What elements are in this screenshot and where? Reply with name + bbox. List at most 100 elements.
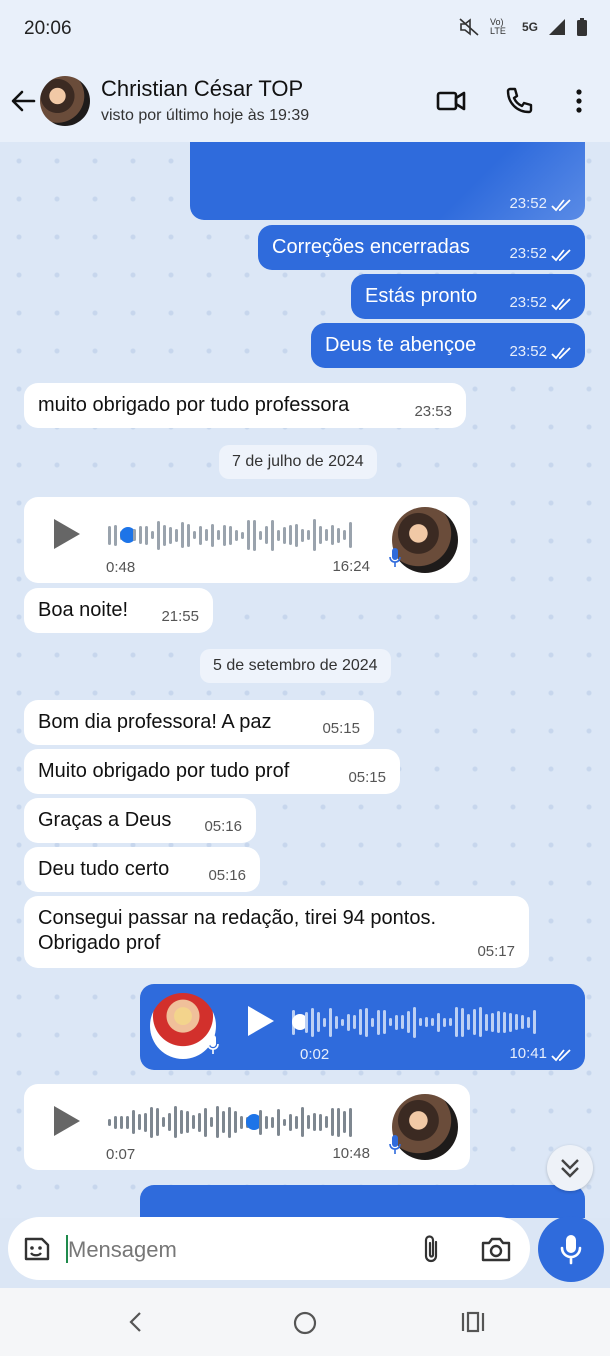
voice-duration: 0:07: [106, 1146, 136, 1163]
waveform-bar: [253, 519, 256, 551]
incoming-message[interactable]: Boa noite! 21:55: [24, 588, 213, 633]
waveform-bar: [319, 526, 322, 544]
last-seen: visto por último hoje às 19:39: [101, 107, 310, 124]
message-text-line1: Consegui passar na redação, tirei 94 pon…: [38, 907, 437, 929]
waveform-bar: [437, 1012, 440, 1032]
network-label: 5G: [521, 20, 538, 34]
waveform-bar: [353, 1015, 356, 1029]
waveform-bar: [156, 1108, 159, 1136]
read-ticks-icon: [551, 249, 571, 262]
outgoing-message[interactable]: Correções encerradas 23:52: [258, 225, 585, 270]
incoming-voice-message[interactable]: 0:07 10:48: [24, 1084, 470, 1170]
outgoing-voice-message[interactable]: 0:02 10:41: [140, 984, 585, 1070]
play-icon[interactable]: [54, 519, 80, 549]
waveform-bar: [431, 1018, 434, 1026]
mute-icon: [459, 18, 479, 36]
waveform-bar: [395, 1014, 398, 1030]
waveform-bar: [491, 1012, 494, 1032]
waveform-bar: [283, 1118, 286, 1126]
waveform-bar: [192, 1115, 195, 1129]
play-icon[interactable]: [248, 1006, 274, 1036]
waveform-bar: [247, 520, 250, 550]
waveform-bar: [365, 1007, 368, 1037]
waveform-bar: [377, 1009, 380, 1035]
incoming-message[interactable]: muito obrigado por tudo professora 23:53: [24, 383, 466, 428]
status-bar: 20:06 Vo) LTE 5G: [0, 0, 610, 60]
incoming-message[interactable]: Bom dia professora! A paz 05:15: [24, 700, 374, 745]
waveform-bar: [150, 1106, 153, 1138]
waveform-bar: [449, 1018, 452, 1026]
waveform-bar: [295, 523, 298, 547]
more-icon[interactable]: [562, 84, 596, 118]
outgoing-message[interactable]: Estás pronto 23:52: [351, 274, 585, 319]
waveform-bar: [114, 524, 117, 546]
message-time: 23:52: [509, 343, 547, 360]
waveform-bar: [331, 525, 334, 545]
signal-icon: [549, 19, 565, 35]
waveform-bar: [311, 1007, 314, 1037]
message-text: Boa noite!: [38, 599, 129, 621]
incoming-voice-message[interactable]: 0:48 16:24: [24, 497, 470, 583]
read-ticks-icon: [551, 347, 571, 360]
message-time: 23:53: [414, 403, 452, 420]
message-text: Estás pronto: [365, 285, 478, 307]
waveform-bar: [271, 1116, 274, 1128]
emoji-icon[interactable]: [20, 1233, 52, 1265]
waveform-bar: [222, 1111, 225, 1133]
waveform-bar: [343, 530, 346, 540]
voice-record-button[interactable]: [538, 1216, 604, 1282]
waveform-bar: [168, 1113, 171, 1131]
video-call-icon[interactable]: [434, 84, 468, 118]
waveform-bar: [473, 1009, 476, 1035]
chat-area[interactable]: 23:52 Correções encerradas 23:52 Estás p…: [0, 142, 610, 1218]
waveform-bar: [217, 530, 220, 540]
system-nav-bar: [0, 1288, 610, 1356]
waveform-bar: [467, 1014, 470, 1030]
read-ticks-icon: [551, 1049, 571, 1062]
contact-avatar[interactable]: [40, 76, 90, 126]
waveform-bar: [313, 1113, 316, 1131]
message-time: 05:15: [348, 769, 386, 786]
waveform-bar: [325, 1116, 328, 1128]
voice-waveform[interactable]: [108, 519, 352, 551]
incoming-message[interactable]: Graças a Deus 05:16: [24, 798, 256, 843]
message-text: Graças a Deus: [38, 809, 172, 831]
message-input[interactable]: Mensagem: [68, 1237, 177, 1263]
nav-recents-icon[interactable]: [460, 1310, 486, 1334]
message-composer[interactable]: Mensagem: [8, 1217, 530, 1280]
phone-icon[interactable]: [502, 84, 536, 118]
waveform-bar: [180, 1110, 183, 1134]
incoming-message[interactable]: Consegui passar na redação, tirei 94 pon…: [24, 896, 529, 968]
waveform-bar: [289, 525, 292, 545]
chevron-double-down-icon: [561, 1159, 579, 1178]
waveform-bar: [497, 1011, 500, 1033]
attach-icon[interactable]: [418, 1233, 444, 1265]
waveform-bar: [265, 1115, 268, 1129]
camera-icon[interactable]: [480, 1234, 512, 1264]
voice-waveform[interactable]: [292, 1006, 536, 1038]
waveform-bar: [234, 1111, 237, 1133]
waveform-bar: [343, 1111, 346, 1133]
volte-label: Vo) LTE: [489, 17, 506, 36]
nav-back-icon[interactable]: [124, 1310, 148, 1334]
battery-icon: [577, 18, 587, 36]
waveform-bar: [241, 531, 244, 539]
waveform-bar: [108, 525, 111, 545]
outgoing-message-partial[interactable]: [140, 1185, 585, 1218]
voice-waveform[interactable]: [108, 1106, 352, 1138]
waveform-bar: [349, 1107, 352, 1137]
back-arrow-icon[interactable]: [8, 86, 38, 116]
waveform-bar: [347, 1013, 350, 1031]
outgoing-media-message[interactable]: 23:52: [190, 142, 585, 220]
incoming-message[interactable]: Deu tudo certo 05:16: [24, 847, 260, 892]
incoming-message[interactable]: Muito obrigado por tudo prof 05:15: [24, 749, 400, 794]
play-icon[interactable]: [54, 1106, 80, 1136]
waveform-bar: [337, 527, 340, 543]
contact-name[interactable]: Christian César TOP: [101, 76, 303, 102]
waveform-bar: [211, 523, 214, 547]
waveform-bar: [108, 1118, 111, 1126]
waveform-bar: [307, 1115, 310, 1129]
outgoing-message[interactable]: Deus te abençoe 23:52: [311, 323, 585, 368]
scroll-to-bottom-button[interactable]: [547, 1145, 593, 1191]
nav-home-icon[interactable]: [292, 1310, 318, 1336]
